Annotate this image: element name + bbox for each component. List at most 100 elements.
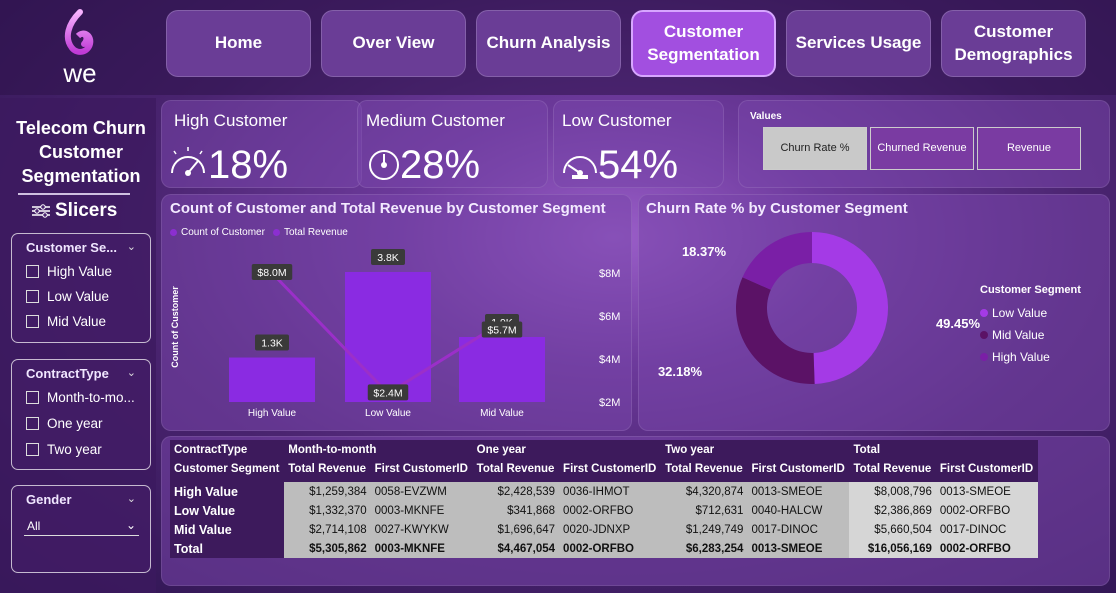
nav-customer-segmentation-button[interactable]: Customer Segmentation [631, 10, 776, 77]
table-cell: 0017-DINOC [747, 520, 850, 539]
table-cell: $341,868 [472, 501, 560, 520]
table-cell: 0003-MKNFE [370, 501, 473, 520]
table-row[interactable]: High Value $1,259,384 0058-EVZWM $2,428,539… [170, 482, 1038, 501]
option-mid-value[interactable]: Mid Value [26, 314, 150, 329]
count-data-label: 3.8K [377, 252, 399, 264]
gender-dropdown[interactable]: All ⌄ [24, 516, 139, 536]
title-divider [18, 193, 130, 195]
col-header: Month-to-month [284, 440, 473, 459]
revenue-data-label: $5.7M [487, 324, 516, 336]
option-label: Month-to-mo... [47, 390, 135, 405]
nav-customer-demographics-button[interactable]: Customer Demographics [941, 10, 1086, 77]
option-label: Low Value [47, 289, 110, 304]
legend-item[interactable]: High Value [980, 346, 1050, 368]
chevron-down-icon[interactable]: ⌄ [127, 366, 136, 379]
col-subheader: Total Revenue [849, 459, 936, 478]
gauge-medium-icon [369, 150, 399, 180]
table-cell: 0002-ORFBO [935, 501, 1038, 520]
table-cell: 0002-ORFBO [935, 539, 1038, 558]
bar-high-value[interactable] [229, 357, 315, 402]
right-axis-tick: $8M [599, 268, 620, 280]
checkbox[interactable] [26, 290, 39, 303]
col-subheader: Total Revenue [472, 459, 560, 478]
legend-item[interactable]: Low Value [980, 302, 1050, 324]
chevron-down-icon[interactable]: ⌄ [127, 492, 136, 505]
table-cell: $2,386,869 [849, 501, 936, 520]
table-cell: $2,428,539 [472, 482, 560, 501]
nav-overview-button[interactable]: Over View [321, 10, 466, 77]
table-cell: $4,467,054 [472, 539, 560, 558]
bar-low-value[interactable] [345, 272, 431, 402]
toggle-churn-rate-button[interactable]: Churn Rate % [763, 127, 867, 170]
option-one-year[interactable]: One year [26, 416, 150, 431]
slice-low-value[interactable] [812, 232, 888, 384]
option-high-value[interactable]: High Value [26, 264, 150, 279]
table-cell: $8,008,796 [849, 482, 936, 501]
legend-label: Low Value [992, 306, 1048, 320]
x-axis-tick: Low Value [365, 408, 411, 419]
table-subheader-row: Customer Segment Total Revenue First Custo… [170, 459, 1038, 478]
checkbox[interactable] [26, 391, 39, 404]
col-subheader: First CustomerID [559, 459, 662, 478]
bar-mid-value[interactable] [459, 337, 545, 402]
slice-data-label: 49.45% [936, 316, 981, 331]
col-subheader: Total Revenue [284, 459, 371, 478]
kpi-high-customer: High Customer 18% [161, 100, 362, 188]
slice-mid-value[interactable] [736, 277, 815, 384]
legend-dot [980, 353, 988, 361]
col-header: ContractType [170, 440, 285, 459]
table-cell: 0027-KWYKW [370, 520, 473, 539]
legend-item[interactable]: Mid Value [980, 324, 1050, 346]
nav-services-usage-button[interactable]: Services Usage [786, 10, 931, 77]
chevron-down-icon[interactable]: ⌄ [127, 240, 136, 253]
legend-label: Mid Value [992, 328, 1045, 342]
slice-data-label: 18.37% [682, 244, 727, 259]
col-header: Total [849, 440, 1038, 459]
legend-dot [980, 309, 988, 317]
toggle-revenue-button[interactable]: Revenue [977, 127, 1081, 170]
slicer-contract-type: ContractType ⌄ Month-to-mo... One year T… [11, 359, 151, 470]
table-cell: 0002-ORFBO [559, 539, 662, 558]
right-axis-tick: $4M [599, 354, 620, 366]
right-axis-tick: $2M [599, 397, 620, 409]
table-total-row[interactable]: Total $5,305,862 0003-MKNFE $4,467,054 0002-… [170, 539, 1038, 558]
option-month-to-month[interactable]: Month-to-mo... [26, 390, 150, 405]
x-axis-tick: High Value [248, 408, 297, 419]
toggle-churned-revenue-button[interactable]: Churned Revenue [870, 127, 974, 170]
checkbox[interactable] [26, 265, 39, 278]
chevron-down-icon: ⌄ [125, 518, 136, 532]
col-subheader: First CustomerID [935, 459, 1038, 478]
table-row[interactable]: Low Value $1,332,370 0003-MKNFE $341,868 000… [170, 501, 1038, 520]
option-label: Mid Value [47, 314, 107, 329]
table-cell: 0017-DINOC [935, 520, 1038, 539]
row-label: High Value [170, 482, 285, 501]
option-label: One year [47, 416, 103, 431]
logo-text: we [63, 58, 97, 88]
table-row[interactable]: Mid Value $2,714,108 0027-KWYKW $1,696,647 0… [170, 520, 1038, 539]
kpi-value: 28% [400, 143, 481, 187]
kpi-low-customer: Low Customer 54% [553, 100, 724, 188]
kpi-value: 54% [598, 143, 679, 187]
slice-high-value[interactable] [742, 232, 812, 290]
table-cell: 0013-SMEOE [935, 482, 1038, 501]
table-header-row: ContractType Month-to-month One year Two… [170, 440, 1038, 459]
option-label: High Value [47, 264, 113, 279]
table-cell: $1,332,370 [284, 501, 371, 520]
page-title: Telecom Churn Customer Segmentation [16, 118, 146, 186]
right-axis-tick: $6M [599, 311, 620, 323]
table-cell: 0013-SMEOE [747, 482, 850, 501]
slicer-gender: Gender ⌄ All ⌄ [11, 485, 151, 573]
table-cell: $1,259,384 [284, 482, 371, 501]
table-cell: $16,056,169 [849, 539, 936, 558]
slice-data-label: 32.18% [658, 364, 703, 379]
option-low-value[interactable]: Low Value [26, 289, 150, 304]
checkbox[interactable] [26, 315, 39, 328]
checkbox[interactable] [26, 443, 39, 456]
row-label: Mid Value [170, 520, 285, 539]
row-label: Low Value [170, 501, 285, 520]
checkbox[interactable] [26, 417, 39, 430]
table-cell: $5,305,862 [284, 539, 371, 558]
option-two-year[interactable]: Two year [26, 442, 150, 457]
nav-home-button[interactable]: Home [166, 10, 311, 77]
nav-churn-analysis-button[interactable]: Churn Analysis [476, 10, 621, 77]
